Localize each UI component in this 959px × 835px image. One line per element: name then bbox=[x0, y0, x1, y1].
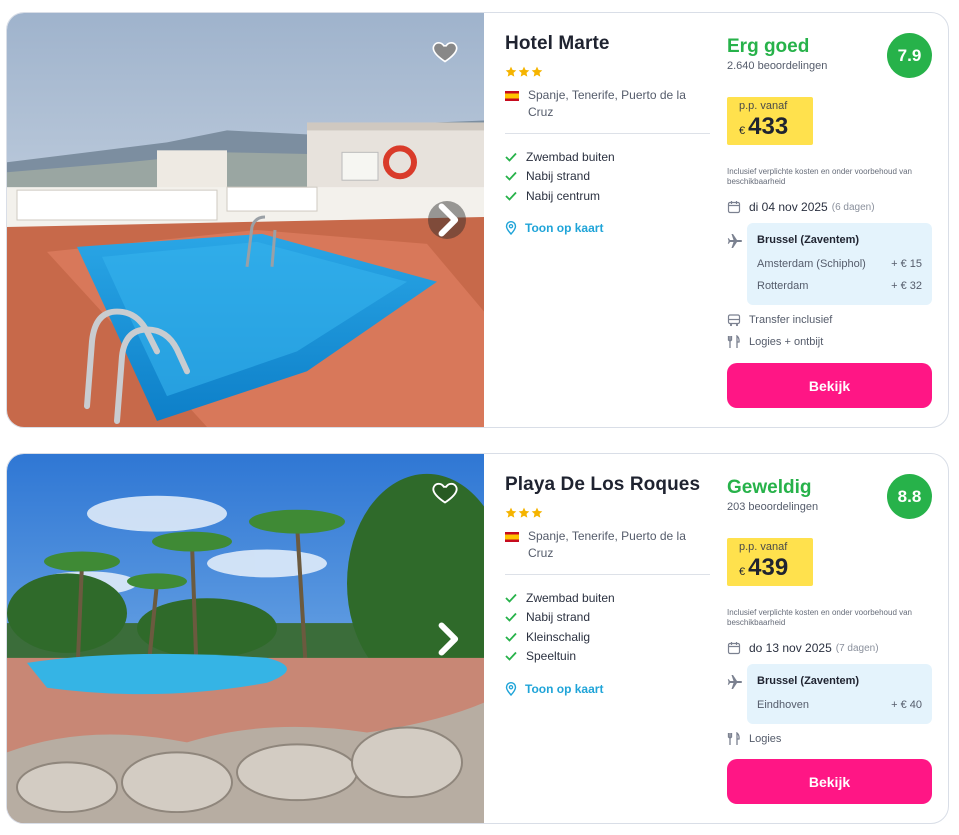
selected-airport[interactable]: Brussel (Zaventem) bbox=[757, 672, 922, 694]
show-on-map-link[interactable]: Toon op kaart bbox=[505, 682, 603, 696]
alt-airport-option[interactable]: Amsterdam (Schiphol) + € 15 bbox=[757, 253, 922, 275]
check-icon bbox=[505, 613, 517, 623]
hotel-photo[interactable] bbox=[7, 454, 484, 823]
check-icon bbox=[505, 593, 517, 603]
feature-item: Zwembad buiten bbox=[505, 588, 615, 608]
hotel-name[interactable]: Hotel Marte bbox=[505, 33, 610, 55]
spain-flag-icon bbox=[505, 532, 519, 542]
feature-item: Nabij centrum bbox=[505, 186, 615, 206]
price-label: p.p. vanaf bbox=[739, 541, 788, 553]
score-badge: 7.9 bbox=[887, 33, 932, 78]
divider bbox=[505, 574, 710, 575]
airplane-icon bbox=[727, 234, 742, 248]
star-icon bbox=[518, 507, 530, 518]
calendar-icon bbox=[727, 642, 741, 655]
next-photo-arrow-icon[interactable] bbox=[428, 201, 466, 239]
feature-item: Speeltuin bbox=[505, 647, 615, 667]
check-icon bbox=[505, 152, 517, 162]
hotel-name[interactable]: Playa De Los Roques bbox=[505, 474, 700, 496]
feature-list: Zwembad buiten Nabij strand Nabij centru… bbox=[505, 147, 615, 206]
alt-airport-option[interactable]: Eindhoven + € 40 bbox=[757, 694, 922, 716]
divider bbox=[505, 133, 710, 134]
review-count[interactable]: 2.640 beoordelingen bbox=[727, 60, 827, 72]
star-icon bbox=[518, 66, 530, 77]
departure-airports[interactable]: Brussel (Zaventem) Eindhoven + € 40 bbox=[747, 664, 932, 724]
star-rating bbox=[505, 66, 543, 78]
score-badge: 8.8 bbox=[887, 474, 932, 519]
feature-list: Zwembad buiten Nabij strand Kleinschalig… bbox=[505, 588, 615, 666]
bus-icon bbox=[727, 314, 741, 327]
hotel-location: Spanje, Tenerife, Puerto de la Cruz bbox=[505, 87, 710, 121]
cutlery-icon bbox=[727, 335, 740, 348]
view-deal-button[interactable]: Bekijk bbox=[727, 759, 932, 804]
selected-airport[interactable]: Brussel (Zaventem) bbox=[757, 231, 922, 253]
show-on-map-link[interactable]: Toon op kaart bbox=[505, 221, 603, 235]
hotel-card-hotel-marte[interactable]: Hotel Marte Spanje, Tenerife, Puerto de … bbox=[6, 12, 949, 428]
currency-symbol: € bbox=[739, 125, 746, 137]
price-disclaimer: Inclusief verplichte kosten en onder voo… bbox=[727, 608, 913, 627]
price-amount: 433 bbox=[748, 113, 789, 140]
hotel-photo[interactable] bbox=[7, 13, 484, 427]
location-text: Spanje, Tenerife, Puerto de la Cruz bbox=[528, 88, 686, 119]
favorite-heart-icon[interactable] bbox=[431, 478, 459, 506]
alt-airport-option[interactable]: Rotterdam + € 32 bbox=[757, 275, 922, 297]
calendar-icon bbox=[727, 201, 741, 214]
price-disclaimer: Inclusief verplichte kosten en onder voo… bbox=[727, 167, 913, 186]
price-label: p.p. vanaf bbox=[739, 100, 788, 112]
review-count[interactable]: 203 beoordelingen bbox=[727, 501, 818, 513]
board-type-info: Logies bbox=[727, 732, 781, 746]
feature-item: Nabij strand bbox=[505, 608, 615, 628]
departure-date[interactable]: di 04 nov 2025 (6 dagen) bbox=[727, 200, 875, 214]
feature-item: Nabij strand bbox=[505, 167, 615, 187]
transfer-info: Transfer inclusief bbox=[727, 313, 832, 327]
airplane-icon bbox=[727, 675, 742, 689]
departure-date[interactable]: do 13 nov 2025 (7 dagen) bbox=[727, 641, 879, 655]
check-icon bbox=[505, 652, 517, 662]
star-icon bbox=[505, 507, 517, 518]
board-type-info: Logies + ontbijt bbox=[727, 335, 823, 349]
check-icon bbox=[505, 191, 517, 201]
currency-symbol: € bbox=[739, 566, 746, 578]
location-text: Spanje, Tenerife, Puerto de la Cruz bbox=[528, 529, 686, 560]
pool-terrace-photo bbox=[7, 13, 484, 427]
hotel-location: Spanje, Tenerife, Puerto de la Cruz bbox=[505, 528, 710, 562]
price-badge: p.p. vanaf € 433 bbox=[727, 97, 813, 145]
star-icon bbox=[531, 66, 543, 77]
rating-label: Geweldig bbox=[727, 477, 812, 498]
check-icon bbox=[505, 632, 517, 642]
hotel-card-playa-de-los-roques[interactable]: Playa De Los Roques Spanje, Tenerife, Pu… bbox=[6, 453, 949, 824]
departure-airports[interactable]: Brussel (Zaventem) Amsterdam (Schiphol) +… bbox=[747, 223, 932, 305]
cutlery-icon bbox=[727, 732, 740, 745]
rating-label: Erg goed bbox=[727, 36, 810, 57]
next-photo-arrow-icon[interactable] bbox=[428, 620, 466, 658]
price-amount: 439 bbox=[748, 554, 789, 581]
star-rating bbox=[505, 507, 543, 519]
trip-duration: (7 dagen) bbox=[835, 642, 879, 654]
favorite-heart-icon[interactable] bbox=[431, 37, 459, 65]
view-deal-button[interactable]: Bekijk bbox=[727, 363, 932, 408]
check-icon bbox=[505, 172, 517, 182]
spain-flag-icon bbox=[505, 91, 519, 101]
feature-item: Kleinschalig bbox=[505, 627, 615, 647]
star-icon bbox=[505, 66, 517, 77]
map-pin-icon bbox=[505, 221, 517, 235]
star-icon bbox=[531, 507, 543, 518]
trip-duration: (6 dagen) bbox=[831, 201, 875, 213]
palm-pool-photo bbox=[7, 454, 484, 823]
map-pin-icon bbox=[505, 682, 517, 696]
price-badge: p.p. vanaf € 439 bbox=[727, 538, 813, 586]
feature-item: Zwembad buiten bbox=[505, 147, 615, 167]
